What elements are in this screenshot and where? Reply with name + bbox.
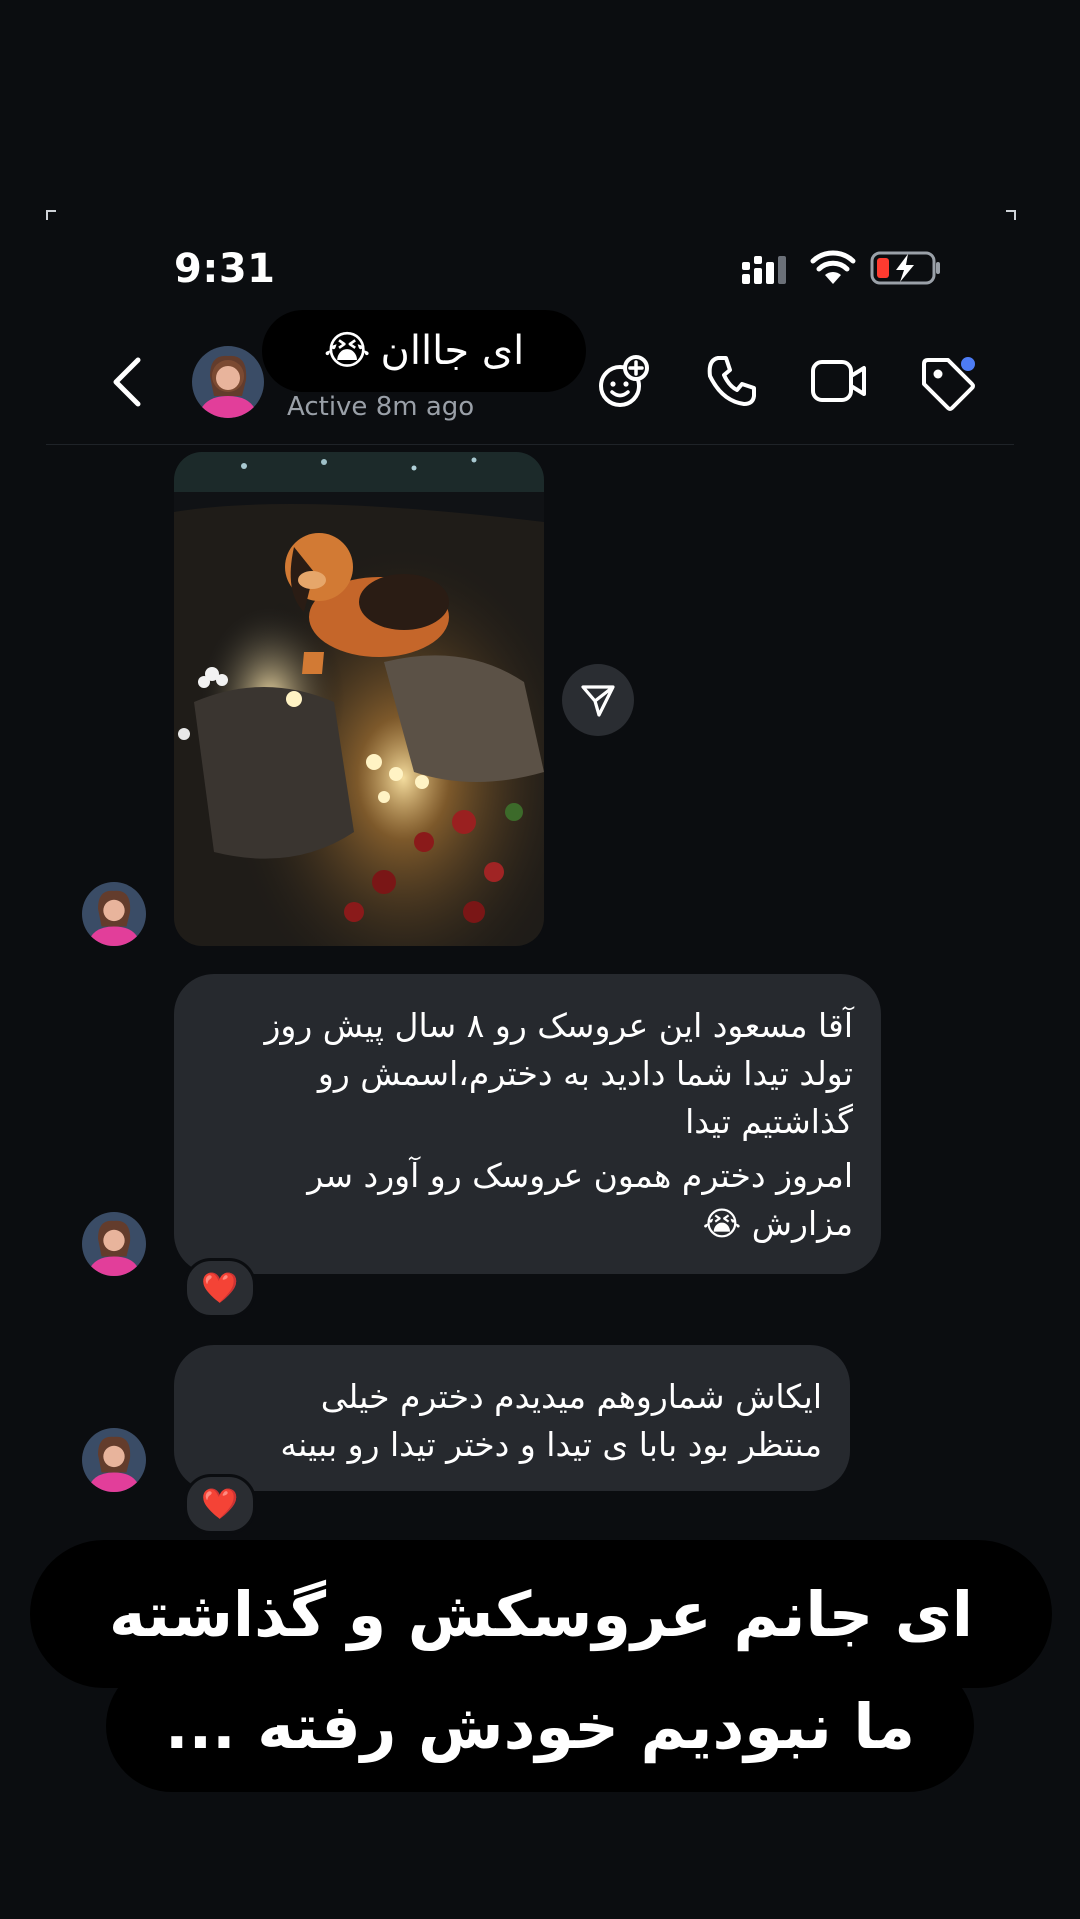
- heart-reaction[interactable]: ❤️: [184, 1258, 256, 1318]
- message-bubble[interactable]: آقا مسعود این عروسک رو ۸ سال پیش روز تول…: [174, 974, 881, 1274]
- header-divider: [46, 444, 1014, 445]
- active-status: Active 8m ago: [287, 392, 475, 422]
- sender-avatar[interactable]: [82, 882, 146, 946]
- heart-icon: ❤️: [201, 1270, 239, 1306]
- contact-name-pill[interactable]: ای جااان 😭: [262, 310, 586, 392]
- heart-icon: ❤️: [201, 1486, 239, 1522]
- message-line: امروز دخترم همون عروسک رو آورد سر: [307, 1156, 853, 1195]
- effects-icon[interactable]: [596, 354, 652, 410]
- shared-photo[interactable]: [174, 452, 544, 946]
- tag-icon[interactable]: [918, 354, 978, 414]
- battery-icon: [870, 251, 940, 285]
- message-line: ایکاش شماروهم میدیدم دخترم خیلی: [320, 1377, 822, 1416]
- share-button[interactable]: [562, 664, 634, 736]
- screen-corner: [1006, 210, 1016, 220]
- video-camera-icon[interactable]: [810, 354, 868, 408]
- crying-emoji: 😭: [323, 328, 371, 374]
- message-line: منتظر بود بابا ی تیدا و دختر تیدا رو ببی…: [280, 1425, 822, 1464]
- sender-avatar[interactable]: [82, 1212, 146, 1276]
- status-time: 9:31: [174, 246, 276, 292]
- message-bubble[interactable]: ایکاش شماروهم میدیدم دخترم خیلی منتظر بو…: [174, 1345, 850, 1491]
- signal-icon: [742, 256, 786, 284]
- heart-reaction[interactable]: ❤️: [184, 1474, 256, 1534]
- share-icon: [581, 685, 615, 717]
- contact-name: ای جااان: [380, 328, 525, 374]
- message-line: گذاشتیم تیدا: [685, 1102, 853, 1141]
- wifi-icon: [810, 250, 856, 284]
- sender-avatar[interactable]: [82, 1428, 146, 1492]
- message-line: تولد تیدا شما دادید به دخترم،اسمش رو: [317, 1054, 853, 1093]
- contact-avatar[interactable]: [192, 346, 264, 418]
- screen-corner: [46, 210, 56, 220]
- back-icon[interactable]: [110, 356, 144, 408]
- message-line: مزارش 😭: [702, 1204, 853, 1243]
- phone-icon[interactable]: [704, 354, 758, 408]
- message-line: آقا مسعود این عروسک رو ۸ سال پیش روز: [264, 1006, 853, 1045]
- story-caption-line: ما نبودیم خودش رفته ...: [106, 1660, 974, 1792]
